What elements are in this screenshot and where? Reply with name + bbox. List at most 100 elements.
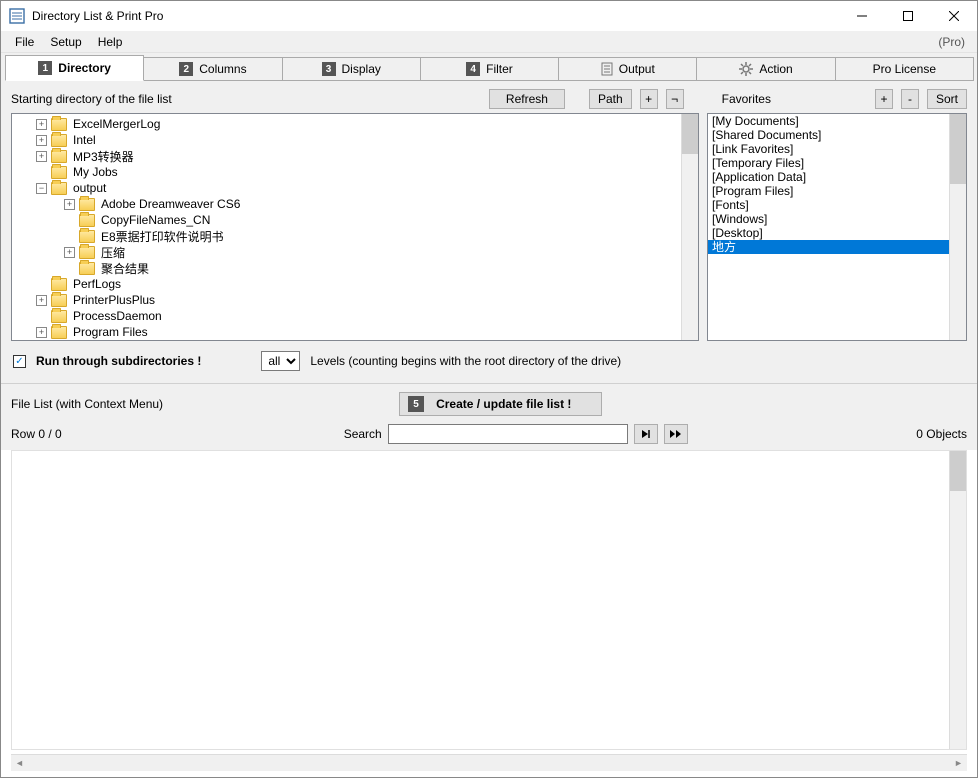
search-label: Search: [344, 427, 382, 441]
folder-icon: [79, 262, 95, 275]
favorites-list[interactable]: [My Documents][Shared Documents][Link Fa…: [707, 113, 967, 341]
tree-node[interactable]: +Adobe Dreamweaver CS6: [12, 196, 681, 212]
folder-icon: [79, 230, 95, 243]
tree-node[interactable]: +ExcelMergerLog: [12, 116, 681, 132]
tree-expander-none: [36, 279, 47, 290]
tree-expander[interactable]: +: [36, 295, 47, 306]
filelist-vscrollbar[interactable]: [949, 451, 966, 749]
favorite-item[interactable]: [Program Files]: [708, 184, 949, 198]
tab-number-badge: 3: [322, 62, 336, 76]
maximize-button[interactable]: [885, 1, 931, 31]
favorite-item[interactable]: [Shared Documents]: [708, 128, 949, 142]
tree-expander[interactable]: +: [36, 119, 47, 130]
directory-tree[interactable]: +ExcelMergerLog+Intel+MP3转换器My Jobs−outp…: [11, 113, 699, 341]
tree-node[interactable]: CopyFileNames_CN: [12, 212, 681, 228]
tree-node[interactable]: +Intel: [12, 132, 681, 148]
tree-node[interactable]: My Jobs: [12, 164, 681, 180]
tree-expander-none: [64, 215, 75, 226]
tree-node[interactable]: + Program Files: [12, 324, 681, 340]
close-button[interactable]: [931, 1, 977, 31]
tree-node[interactable]: +PrinterPlusPlus: [12, 292, 681, 308]
starting-directory-label: Starting directory of the file list: [11, 92, 172, 106]
fav-sort-button[interactable]: Sort: [927, 89, 967, 109]
tab-number-badge: 2: [179, 62, 193, 76]
folder-icon: [51, 278, 67, 291]
tree-label: My Jobs: [71, 165, 120, 179]
favorite-item[interactable]: [My Documents]: [708, 114, 949, 128]
favorite-item[interactable]: [Temporary Files]: [708, 156, 949, 170]
search-input[interactable]: [388, 424, 628, 444]
tab-columns[interactable]: 2 Columns: [143, 57, 282, 81]
fav-scrollbar[interactable]: [949, 114, 966, 340]
folder-icon: [79, 246, 95, 259]
tree-node[interactable]: −output: [12, 180, 681, 196]
tab-label: Output: [619, 62, 655, 76]
tree-node[interactable]: + 压缩: [12, 244, 681, 260]
tree-node[interactable]: +MP3转换器: [12, 148, 681, 164]
favorite-item[interactable]: 地方: [708, 240, 949, 254]
tree-label: E8票据打印软件说明书: [99, 228, 226, 245]
tab-directory[interactable]: 1Directory: [5, 55, 144, 81]
filelist-area[interactable]: [11, 450, 967, 750]
path-neg-button[interactable]: ¬: [666, 89, 684, 109]
tree-expander[interactable]: −: [36, 183, 47, 194]
tree-expander[interactable]: +: [36, 151, 47, 162]
menu-setup[interactable]: Setup: [42, 33, 89, 51]
path-button[interactable]: Path: [589, 89, 632, 109]
tab-display[interactable]: 3 Display: [282, 57, 421, 81]
search-next-button[interactable]: [634, 424, 658, 444]
menu-help[interactable]: Help: [90, 33, 131, 51]
objects-count: 0 Objects: [916, 427, 967, 441]
tree-expander[interactable]: +: [36, 327, 47, 338]
search-next-all-button[interactable]: [664, 424, 688, 444]
tab-content-directory: Starting directory of the file list Refr…: [1, 81, 977, 383]
tree-label: 压缩: [99, 244, 127, 261]
window-title: Directory List & Print Pro: [32, 9, 163, 23]
app-icon: [9, 8, 25, 24]
create-update-label: Create / update file list !: [436, 397, 571, 411]
folder-icon: [51, 182, 67, 195]
tab-filter[interactable]: 4 Filter: [420, 57, 559, 81]
tree-expander[interactable]: +: [36, 135, 47, 146]
menu-file[interactable]: File: [7, 33, 42, 51]
fav-remove-button[interactable]: -: [901, 89, 919, 109]
tree-expander-none: [36, 167, 47, 178]
tree-expander-none: [36, 311, 47, 322]
minimize-button[interactable]: [839, 1, 885, 31]
run-subdirs-checkbox[interactable]: ✓: [13, 355, 26, 368]
tree-node[interactable]: PerfLogs: [12, 276, 681, 292]
tree-expander-none: [64, 231, 75, 242]
tree-label: PerfLogs: [71, 277, 123, 291]
tree-node[interactable]: 聚合结果: [12, 260, 681, 276]
tab-label: Columns: [199, 62, 246, 76]
tab-label: Filter: [486, 62, 513, 76]
refresh-button[interactable]: Refresh: [489, 89, 565, 109]
tree-node[interactable]: E8票据打印软件说明书: [12, 228, 681, 244]
pro-label: (Pro): [938, 35, 971, 49]
fav-add-button[interactable]: +: [875, 89, 893, 109]
menubar: File Setup Help (Pro): [1, 31, 977, 53]
tab-number-badge: 4: [466, 62, 480, 76]
tab-label: Display: [342, 62, 381, 76]
favorite-item[interactable]: [Desktop]: [708, 226, 949, 240]
favorite-item[interactable]: [Application Data]: [708, 170, 949, 184]
favorite-item[interactable]: [Windows]: [708, 212, 949, 226]
filelist-hscrollbar[interactable]: ◄►: [11, 754, 967, 771]
path-add-button[interactable]: +: [640, 89, 658, 109]
favorite-item[interactable]: [Link Favorites]: [708, 142, 949, 156]
create-update-button[interactable]: 5 Create / update file list !: [399, 392, 602, 416]
tree-expander[interactable]: +: [64, 247, 75, 258]
levels-select[interactable]: all: [261, 351, 300, 371]
tree-label: Program Files: [71, 325, 150, 339]
tab-pro-license[interactable]: Pro License: [835, 57, 974, 81]
folder-icon: [79, 198, 95, 211]
tree-scrollbar[interactable]: [681, 114, 698, 340]
tree-label: CopyFileNames_CN: [99, 213, 212, 227]
folder-icon: [51, 118, 67, 131]
tab-output[interactable]: Output: [558, 57, 697, 81]
tree-expander[interactable]: +: [64, 199, 75, 210]
tab-action[interactable]: Action: [696, 57, 835, 81]
favorite-item[interactable]: [Fonts]: [708, 198, 949, 212]
tree-label: 聚合结果: [99, 260, 151, 277]
tree-node[interactable]: ProcessDaemon: [12, 308, 681, 324]
